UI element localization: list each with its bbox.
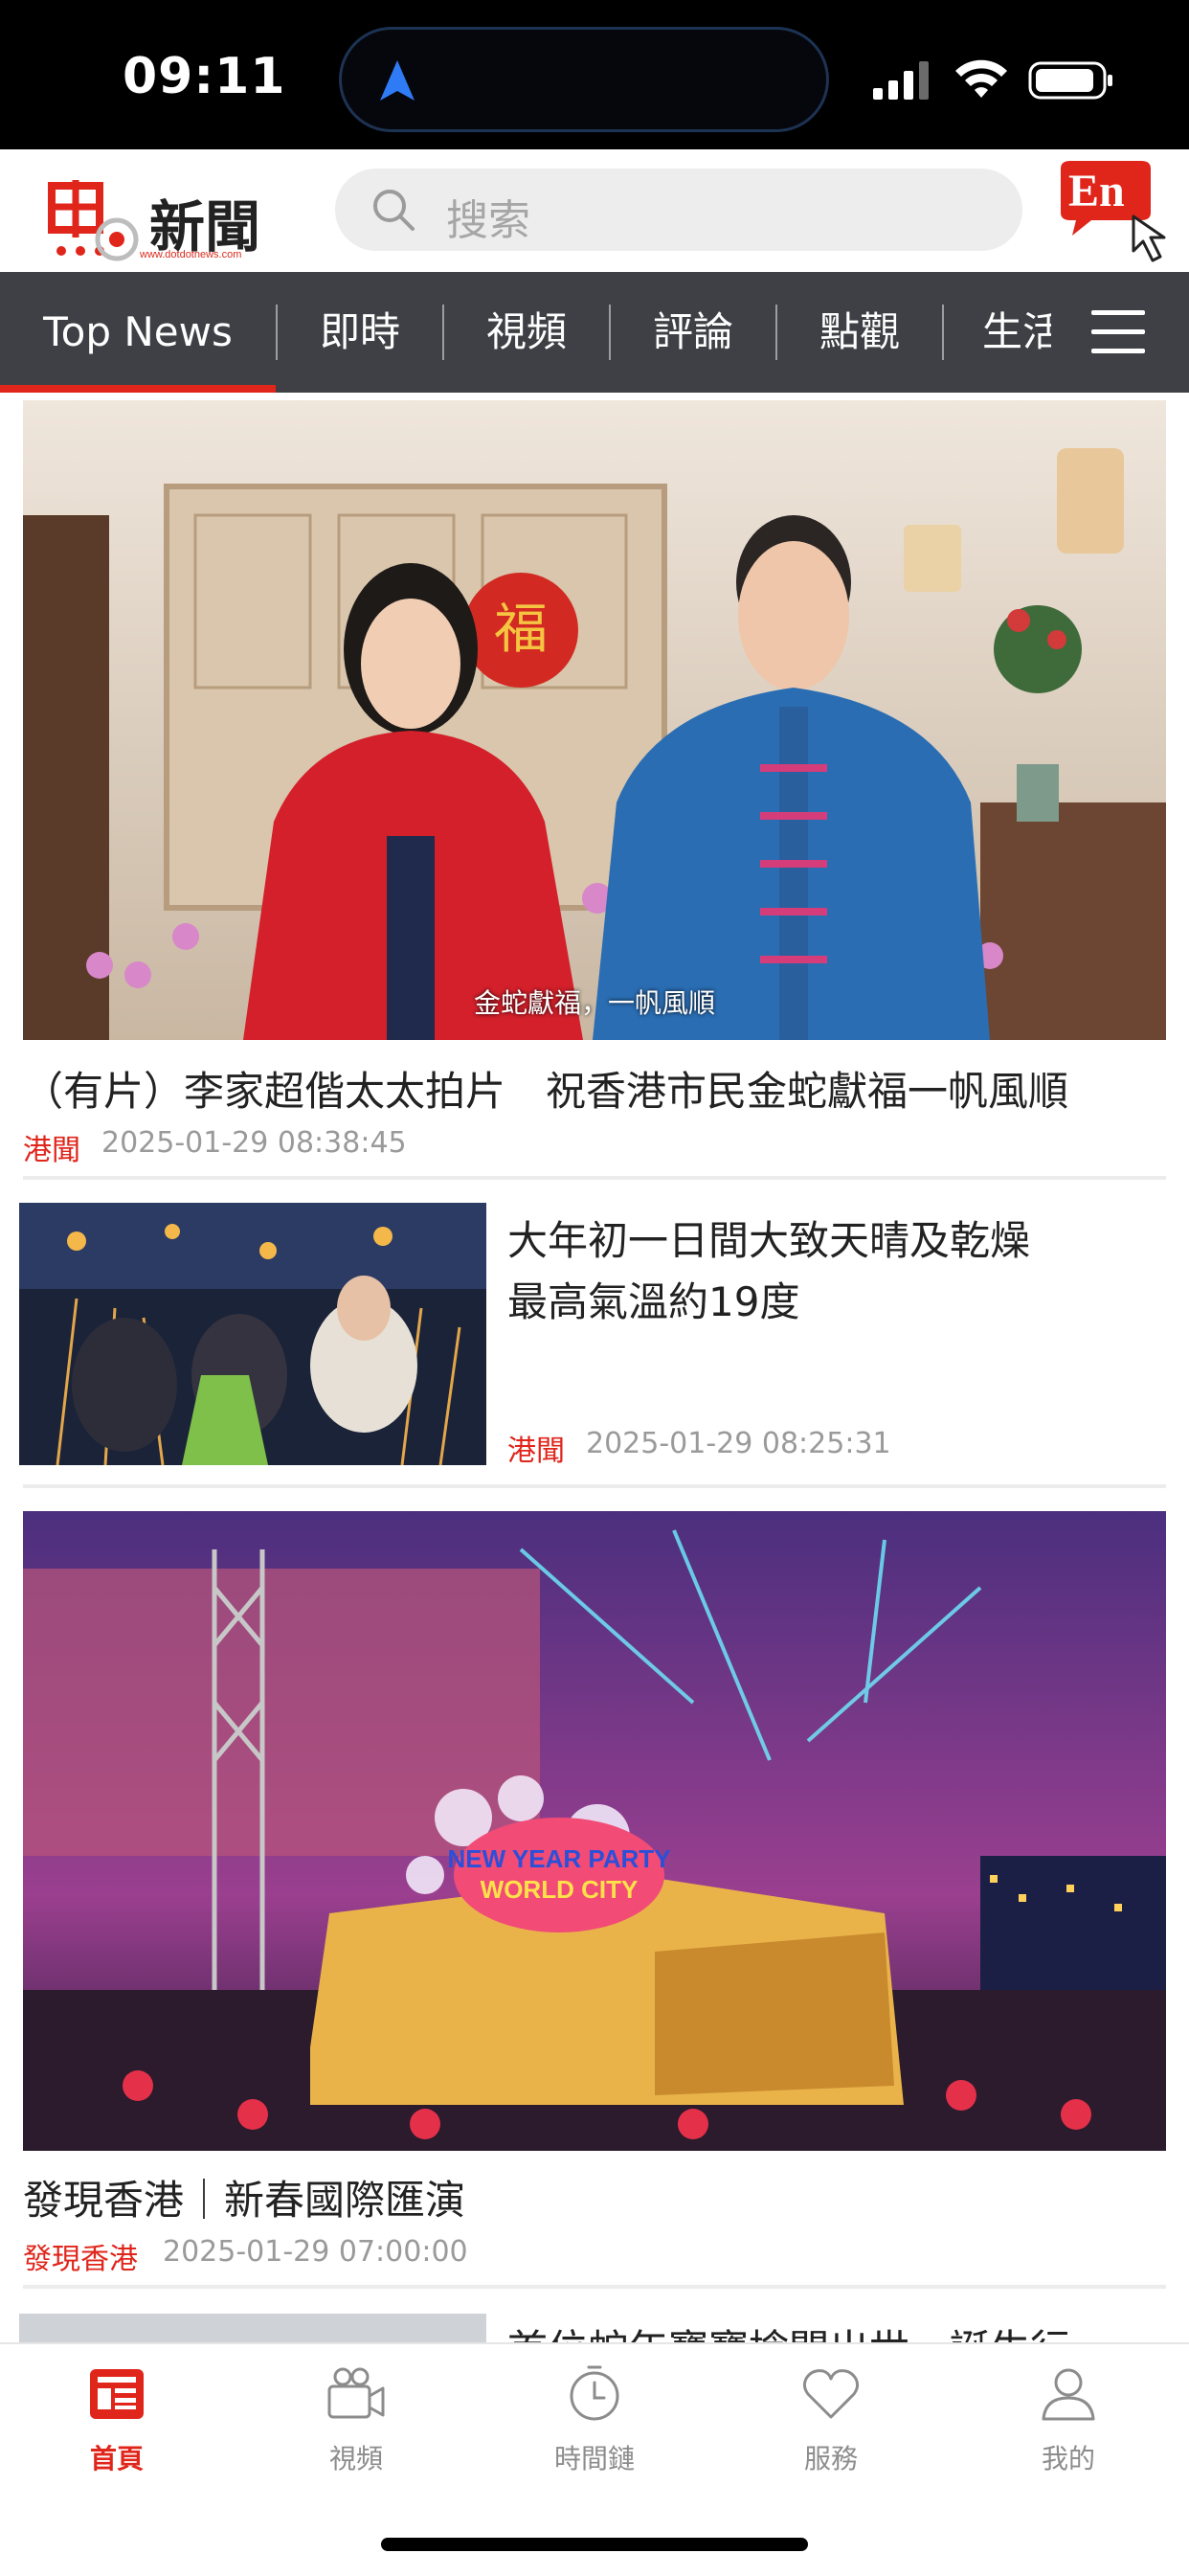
news-home-icon (90, 2369, 144, 2419)
heart-icon (802, 2369, 860, 2419)
divider (23, 2285, 1166, 2289)
article-title[interactable]: 首位蛇年寶寶搶閘出世 誕生行 (507, 2317, 1070, 2342)
svg-text:WORLD CITY: WORLD CITY (481, 1875, 639, 1904)
language-label: En (1068, 166, 1125, 216)
dynamic-island (339, 27, 829, 132)
tab-viewpoint[interactable]: 點觀 (777, 272, 942, 393)
logo-url: www.dotdotnews.com (140, 249, 242, 260)
tab-lifestyle-label: 生活 (982, 308, 1051, 355)
user-icon (1042, 2368, 1095, 2421)
article-image-baby[interactable] (19, 2314, 486, 2342)
photo-temple-crowd (19, 1203, 486, 1465)
location-arrow-icon (380, 60, 415, 101)
nav-profile[interactable]: 我的 (992, 2363, 1145, 2488)
tab-top-news[interactable]: Top News (0, 272, 276, 393)
tab-video[interactable]: 視頻 (444, 272, 609, 393)
home-indicator[interactable] (381, 2538, 808, 2551)
article-title-line2[interactable]: 最高氣溫約19度 (507, 1270, 799, 1328)
article-image-ceremony[interactable]: 福 金蛇獻福，一帆風順 (23, 400, 1166, 1040)
article-title[interactable]: （有片）李家超偕太太拍片 祝香港市民金蛇獻福一帆風順 (23, 1059, 1068, 1118)
image-caption: 金蛇獻福，一帆風順 (473, 987, 715, 1019)
svg-text:NEW YEAR PARTY: NEW YEAR PARTY (447, 1844, 670, 1873)
status-time: 09:11 (123, 48, 286, 105)
article-timestamp: 2025-01-29 07:00:00 (163, 2235, 468, 2269)
english-language-button[interactable]: En (1053, 159, 1178, 264)
search-icon (373, 190, 415, 231)
dotdotnews-logo[interactable]: 新聞 www.dotdotnews.com (42, 163, 291, 262)
article-category: 發現香港 (23, 2243, 138, 2276)
nav-timeline-label: 時間鏈 (553, 2443, 635, 2474)
svg-text:福: 福 (494, 599, 548, 661)
nav-services[interactable]: 服務 (754, 2363, 908, 2488)
nav-video[interactable]: 視頻 (280, 2363, 433, 2488)
battery-icon (1028, 61, 1112, 100)
divider (23, 1176, 1166, 1180)
video-camera-icon (327, 2367, 385, 2419)
category-tab-bar: Top News 即時 視頻 評論 點觀 生活 (0, 272, 1189, 393)
wifi-icon (955, 59, 1007, 98)
clock-icon (570, 2365, 619, 2421)
tab-commentary[interactable]: 評論 (611, 272, 775, 393)
active-tab-indicator (0, 385, 276, 393)
search-input[interactable]: 搜索 (335, 169, 1022, 251)
nav-services-label: 服務 (803, 2443, 858, 2474)
logo-mark-icon (48, 180, 139, 261)
photo-new-year-parade: NEW YEAR PARTY WORLD CITY (23, 1511, 1166, 2151)
nav-video-label: 視頻 (328, 2443, 383, 2474)
article-image-temple[interactable] (19, 1203, 486, 1465)
nav-profile-label: 我的 (1041, 2443, 1095, 2474)
article-image-parade[interactable]: NEW YEAR PARTY WORLD CITY (23, 1511, 1166, 2151)
article-timestamp: 2025-01-29 08:25:31 (586, 1427, 891, 1460)
nav-timeline[interactable]: 時間鏈 (518, 2363, 671, 2488)
divider (23, 1484, 1166, 1488)
nav-home[interactable]: 首頁 (40, 2363, 193, 2488)
search-placeholder: 搜索 (446, 196, 530, 245)
tab-instant[interactable]: 即時 (278, 272, 442, 393)
nav-home-label: 首頁 (89, 2443, 144, 2474)
tab-lifestyle[interactable]: 生活 (944, 272, 1051, 393)
article-category: 港聞 (23, 1134, 80, 1167)
hamburger-menu-icon[interactable] (1091, 308, 1145, 356)
photo-couple-new-year: 福 (23, 400, 1166, 1040)
article-title[interactable]: 發現香港｜新春國際匯演 (23, 2168, 465, 2226)
article-title-line1[interactable]: 大年初一日間大致天晴及乾燥 (507, 1209, 1030, 1267)
article-category: 港聞 (507, 1435, 565, 1468)
status-bar: 09:11 (0, 0, 1189, 149)
article-timestamp: 2025-01-29 08:38:45 (101, 1126, 407, 1160)
app-header: 新聞 www.dotdotnews.com 搜索 En (0, 149, 1189, 272)
cellular-signal-icon (873, 61, 929, 100)
